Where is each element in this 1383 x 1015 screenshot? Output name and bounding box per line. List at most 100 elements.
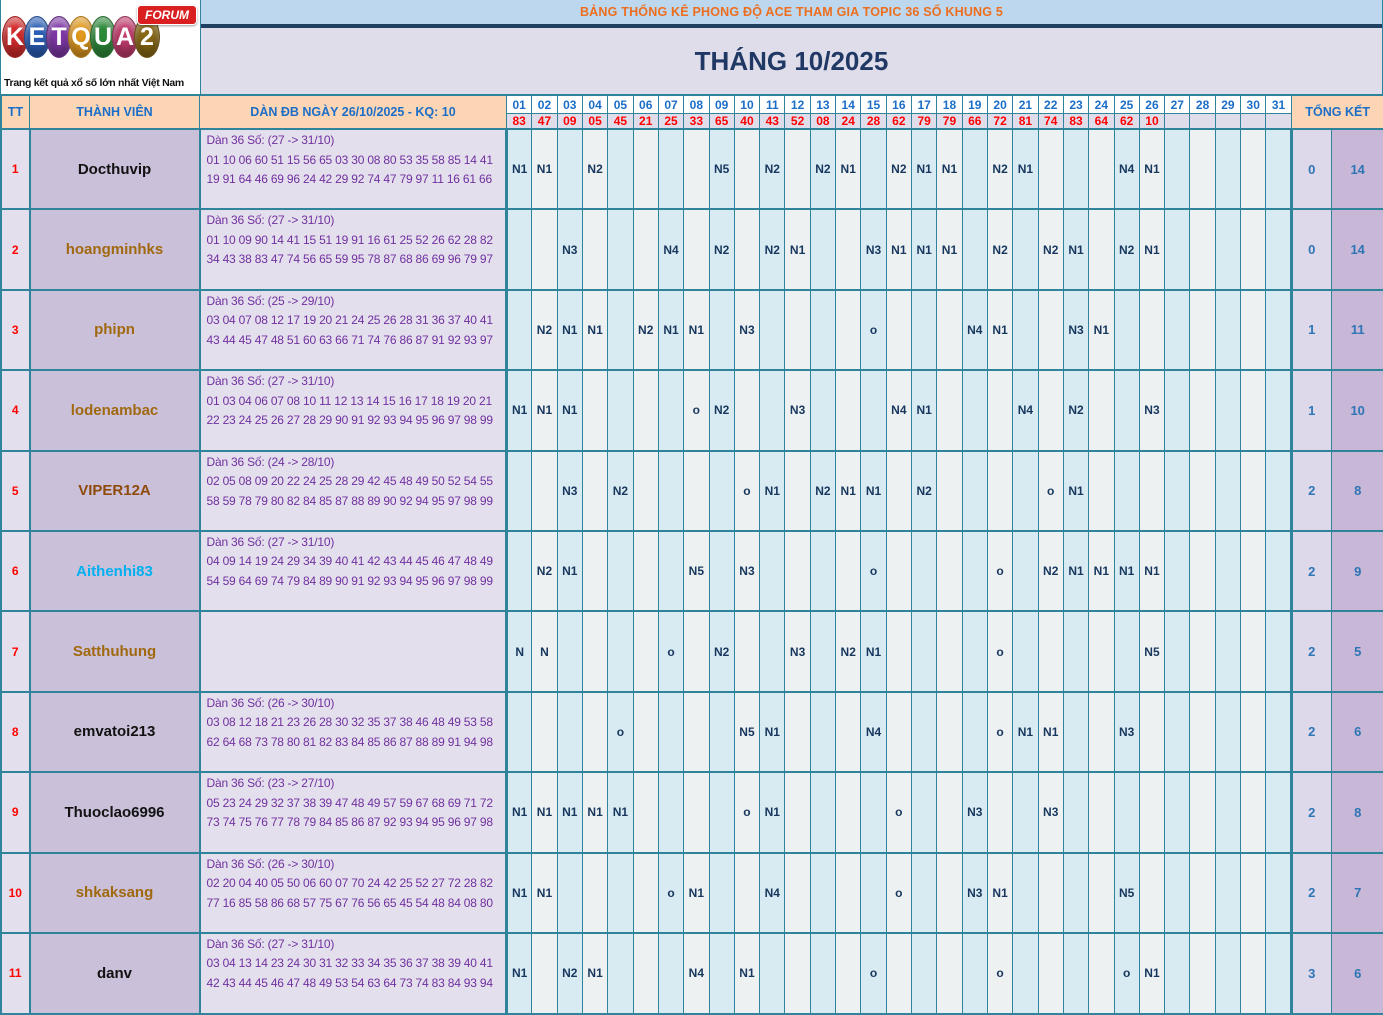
- col-header-total: TỔNG KẾT: [1291, 96, 1383, 130]
- day-cell: N3: [557, 209, 582, 289]
- member-row: 7SatthuhungNNoN2N3N2N1oN525: [2, 611, 1383, 691]
- day-cell: [912, 531, 937, 611]
- day-cell: [532, 933, 557, 1013]
- member-name: danv: [30, 933, 200, 1013]
- row-number: 2: [2, 209, 30, 289]
- day-cell: [608, 209, 633, 289]
- day-cell: N1: [912, 209, 937, 289]
- day-cell: [937, 772, 962, 852]
- day-cell: [836, 209, 861, 289]
- day-cell: [1190, 853, 1215, 933]
- day-cell: [1266, 853, 1291, 933]
- day-cell: N2: [760, 209, 785, 289]
- day-cell: N1: [582, 290, 607, 370]
- day-cell: [861, 370, 886, 450]
- day-cell: [658, 531, 683, 611]
- day-cell: [633, 370, 658, 450]
- day-header: 22: [1038, 96, 1063, 114]
- member-name: Docthuvip: [30, 129, 200, 209]
- day-cell: N2: [608, 451, 633, 531]
- day-cell: N1: [1013, 129, 1038, 209]
- dan-numbers: 04 09 14 19 24 29 34 39 40 41 42 43 44 4…: [207, 552, 504, 591]
- day-cell: [912, 692, 937, 772]
- day-cell: N1: [557, 290, 582, 370]
- day-cell: [1241, 933, 1266, 1013]
- day-cell: [734, 853, 759, 933]
- day-cell: [1013, 611, 1038, 691]
- day-cell: [658, 129, 683, 209]
- day-cell: [1190, 451, 1215, 531]
- day-cell: [633, 772, 658, 852]
- day-cell: [962, 692, 987, 772]
- day-cell: [1114, 370, 1139, 450]
- day-cell: N3: [1038, 772, 1063, 852]
- day-header: 09: [709, 96, 734, 114]
- member-row: 6Aithenhi83Dàn 36 Số: (27 -> 31/10)04 09…: [2, 531, 1383, 611]
- row-number: 8: [2, 692, 30, 772]
- site-logo[interactable]: KETQUA2 FORUM Trang kết quả xổ số lớn nh…: [1, 0, 201, 95]
- table-title: BẢNG THỐNG KÊ PHONG ĐỘ ACE THAM GIA TOPI…: [201, 0, 1382, 28]
- day-cell: o: [608, 692, 633, 772]
- total-miss: 2: [1291, 853, 1331, 933]
- day-cell: N4: [658, 209, 683, 289]
- col-header-dan: DÀN ĐB NGÀY 26/10/2025 - KQ: 10: [200, 96, 507, 130]
- day-cell: N1: [861, 611, 886, 691]
- day-result: 10: [1139, 114, 1164, 130]
- day-cell: N2: [709, 370, 734, 450]
- day-cell: N1: [987, 853, 1012, 933]
- day-cell: [1063, 933, 1088, 1013]
- day-cell: [937, 692, 962, 772]
- day-cell: [1139, 853, 1164, 933]
- day-cell: N3: [734, 290, 759, 370]
- day-cell: [1013, 772, 1038, 852]
- day-result: [1215, 114, 1240, 130]
- total-hit: 6: [1331, 933, 1383, 1013]
- day-cell: N2: [912, 451, 937, 531]
- dan-cell: Dàn 36 Số: (27 -> 31/10)01 10 09 90 14 4…: [200, 209, 507, 289]
- dan-cell: Dàn 36 Số: (26 -> 30/10)02 20 04 40 05 5…: [200, 853, 507, 933]
- day-result: 40: [734, 114, 759, 130]
- day-cell: [582, 451, 607, 531]
- day-cell: N2: [760, 129, 785, 209]
- day-cell: [633, 209, 658, 289]
- day-cell: [836, 692, 861, 772]
- day-cell: [633, 933, 658, 1013]
- day-cell: N4: [886, 370, 911, 450]
- day-cell: [785, 692, 810, 772]
- day-cell: [507, 451, 532, 531]
- member-name: VIPER12A: [30, 451, 200, 531]
- member-name: lodenambac: [30, 370, 200, 450]
- day-cell: [810, 611, 835, 691]
- day-cell: o: [1038, 451, 1063, 531]
- day-cell: N1: [785, 209, 810, 289]
- day-cell: [1139, 772, 1164, 852]
- day-cell: [912, 611, 937, 691]
- day-header: 01: [507, 96, 532, 114]
- day-cell: N2: [886, 129, 911, 209]
- day-header: 27: [1165, 96, 1190, 114]
- day-cell: [582, 209, 607, 289]
- day-cell: N3: [785, 370, 810, 450]
- day-cell: [1215, 692, 1240, 772]
- dan-range: Dàn 36 Số: (27 -> 31/10): [207, 372, 504, 392]
- day-cell: [507, 290, 532, 370]
- day-cell: N1: [836, 451, 861, 531]
- day-cell: [1089, 370, 1114, 450]
- total-hit: 10: [1331, 370, 1383, 450]
- day-cell: [1139, 290, 1164, 370]
- dan-cell: Dàn 36 Số: (27 -> 31/10)04 09 14 19 24 2…: [200, 531, 507, 611]
- day-cell: [1190, 370, 1215, 450]
- day-header: 08: [684, 96, 709, 114]
- day-cell: [1215, 933, 1240, 1013]
- day-cell: o: [658, 853, 683, 933]
- dan-numbers: 03 04 13 14 23 24 30 31 32 33 34 35 36 3…: [207, 954, 504, 993]
- day-cell: N1: [1063, 451, 1088, 531]
- row-number: 9: [2, 772, 30, 852]
- day-cell: N1: [937, 129, 962, 209]
- day-cell: N4: [962, 290, 987, 370]
- day-cell: N5: [709, 129, 734, 209]
- member-name: emvatoi213: [30, 692, 200, 772]
- day-cell: [1114, 772, 1139, 852]
- day-cell: [1266, 933, 1291, 1013]
- day-cell: o: [861, 933, 886, 1013]
